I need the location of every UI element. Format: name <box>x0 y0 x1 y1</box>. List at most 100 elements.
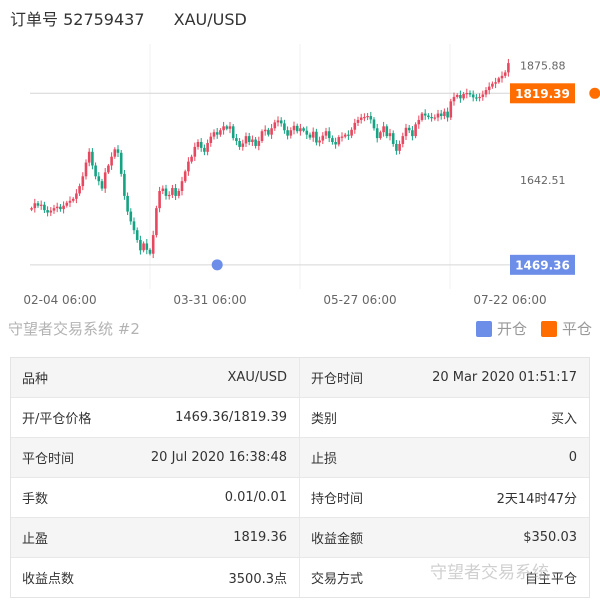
open-swatch-icon <box>475 320 492 337</box>
candle-body <box>427 115 430 118</box>
candle-body <box>471 94 475 98</box>
candle-body <box>68 200 72 203</box>
x-tick-label: 03-31 06:00 <box>173 293 246 307</box>
field-value: 1469.36/1819.39 <box>175 410 287 425</box>
field-label: 止损 <box>311 452 338 467</box>
price-tag-label: 1469.36 <box>515 258 570 272</box>
candle-body <box>190 156 193 162</box>
candle-body <box>158 191 161 209</box>
candle-body <box>215 132 219 135</box>
candle-body <box>439 113 443 117</box>
candle-body <box>484 90 488 95</box>
y-tick-label: 1875.88 <box>520 60 566 73</box>
field-value: 1819.36 <box>233 530 287 545</box>
candle-body <box>110 156 113 166</box>
candle-body <box>407 127 411 131</box>
candle-body <box>289 130 293 136</box>
candle-body <box>414 124 417 137</box>
candle-body <box>228 126 232 129</box>
field-label: 收益金额 <box>311 532 364 547</box>
table-row: 平仓时间 20 Jul 2020 16:38:48 止损 0 <box>11 438 589 478</box>
field-value: 0 <box>568 450 577 465</box>
candle-body <box>395 143 398 151</box>
field-value: XAU/USD <box>227 370 287 385</box>
candle-body <box>119 152 123 174</box>
candle-body <box>436 113 440 118</box>
candle-body <box>331 138 334 142</box>
x-tick-label: 05-27 06:00 <box>323 293 396 307</box>
candle-body <box>340 136 344 138</box>
candle-body <box>359 117 363 120</box>
candle-body <box>39 204 43 206</box>
candle-body <box>33 203 37 209</box>
field-value: $350.03 <box>523 530 577 545</box>
candle-body <box>206 142 209 152</box>
table-cell: 开仓时间 20 Mar 2020 01:51:17 <box>300 358 589 397</box>
candle-body <box>65 202 69 206</box>
table-row: 收益点数 3500.3点 交易方式 自主平仓 <box>11 558 589 597</box>
table-cell: 止盈 1819.36 <box>11 518 300 557</box>
candle-body <box>171 188 174 195</box>
legend-close-label: 平仓 <box>561 320 592 338</box>
close-point-marker <box>589 87 600 99</box>
field-label: 开/平仓价格 <box>22 412 92 427</box>
field-value: 买入 <box>550 412 577 427</box>
legend-row: 守望者交易系统 #2 开仓 平仓 <box>8 318 592 338</box>
candle-body <box>222 126 225 131</box>
candle-body <box>375 128 379 139</box>
candle-body <box>270 128 273 135</box>
candle-body <box>241 143 245 147</box>
system-title: 守望者交易系统 #2 <box>8 320 140 338</box>
order-number: 订单号 52759437 <box>10 10 145 29</box>
table-row: 品种 XAU/USD 开仓时间 20 Mar 2020 01:51:17 <box>11 358 589 398</box>
table-row: 开/平仓价格 1469.36/1819.39 类别 买入 <box>11 398 589 438</box>
candle-body <box>235 138 238 142</box>
field-value: 20 Jul 2020 16:38:48 <box>150 450 287 465</box>
close-swatch-icon <box>540 320 557 337</box>
candle-body <box>324 131 328 136</box>
table-cell: 品种 XAU/USD <box>11 358 300 397</box>
candle-body <box>423 113 427 116</box>
candle-body <box>507 63 510 73</box>
candle-body <box>295 125 299 132</box>
candle-body <box>481 94 485 97</box>
legend-item-open: 开仓 <box>475 318 527 339</box>
candle-body <box>455 94 459 97</box>
order-header: 订单号 52759437 XAU/USD <box>10 6 271 32</box>
candle-body <box>257 141 261 146</box>
field-label: 平仓时间 <box>22 452 75 467</box>
candle-body <box>420 113 424 120</box>
candle-body <box>196 142 200 147</box>
candle-body <box>292 125 296 131</box>
candle-body <box>449 101 453 118</box>
candle-body <box>62 205 65 210</box>
candle-body <box>337 137 341 145</box>
candle-body <box>244 136 248 144</box>
candle-body <box>123 173 126 196</box>
candle-body <box>145 243 149 250</box>
candle-body <box>193 146 197 157</box>
candle-body <box>286 130 289 136</box>
candle-body <box>343 134 347 137</box>
candle-body <box>231 126 235 139</box>
legend: 开仓 平仓 <box>462 318 592 339</box>
table-cell: 平仓时间 20 Jul 2020 16:38:48 <box>11 438 300 477</box>
candle-body <box>59 206 62 210</box>
candle-body <box>279 120 283 124</box>
candle-body <box>225 126 229 129</box>
y-tick-label: 1642.51 <box>520 174 566 187</box>
candle-body <box>401 136 405 144</box>
candle-body <box>366 116 369 118</box>
field-value: 3500.3点 <box>228 572 288 587</box>
candle-body <box>347 134 350 136</box>
candle-body <box>46 210 49 213</box>
candle-body <box>91 151 94 166</box>
candle-body <box>398 143 401 151</box>
table-cell: 止损 0 <box>300 438 589 477</box>
candle-body <box>430 117 433 119</box>
field-label: 类别 <box>311 412 338 427</box>
field-value: 20 Mar 2020 01:51:17 <box>432 370 577 385</box>
candle-body <box>254 139 257 146</box>
candle-body <box>148 249 152 254</box>
candle-body <box>49 210 53 213</box>
